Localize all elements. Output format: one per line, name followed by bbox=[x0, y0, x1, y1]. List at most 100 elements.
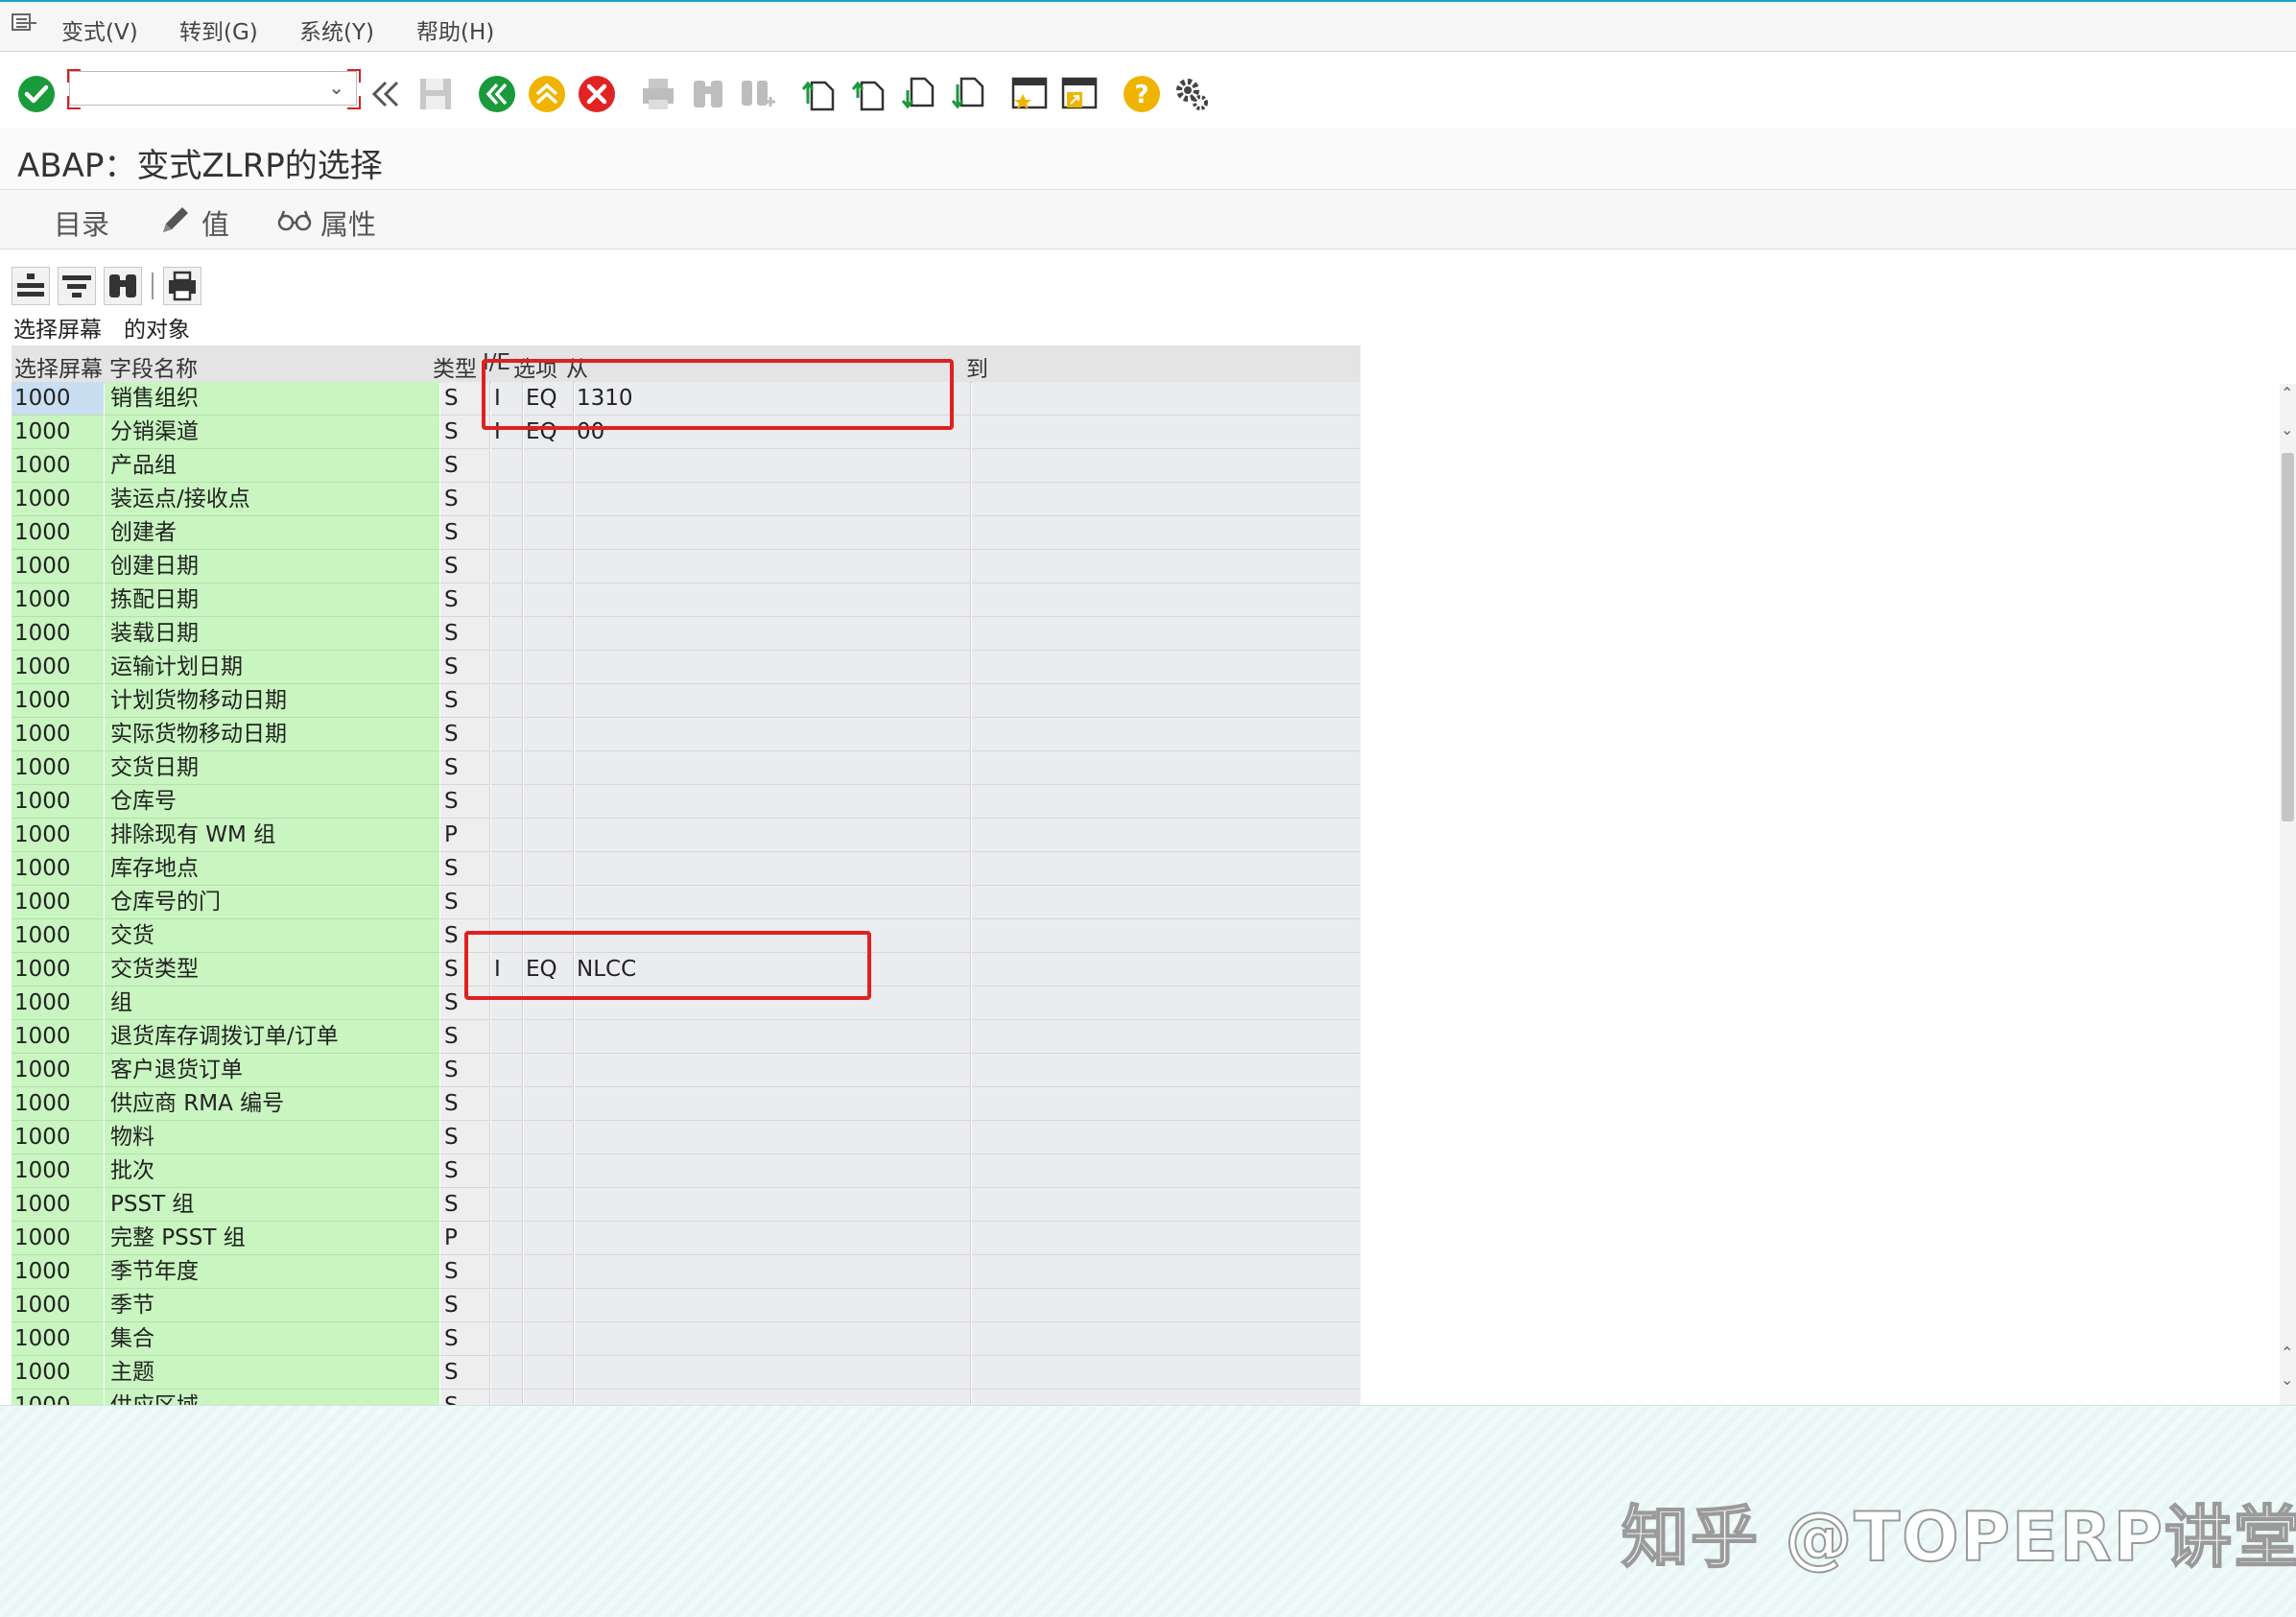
cell-screen[interactable]: 1000 bbox=[12, 1289, 104, 1322]
cell-screen[interactable]: 1000 bbox=[12, 987, 104, 1020]
cell-from[interactable] bbox=[575, 886, 971, 919]
cell-ie[interactable] bbox=[491, 1188, 523, 1222]
table-row[interactable]: 1000供应区域S bbox=[12, 1390, 1361, 1405]
cell-type[interactable]: S bbox=[440, 718, 490, 751]
cell-screen[interactable]: 1000 bbox=[12, 1390, 104, 1405]
print-icon[interactable] bbox=[637, 73, 679, 115]
cell-from[interactable] bbox=[575, 852, 971, 886]
cell-screen[interactable]: 1000 bbox=[12, 684, 104, 718]
table-row[interactable]: 1000 仓库号 S bbox=[12, 785, 1361, 819]
cell-screen[interactable]: 1000 bbox=[12, 449, 104, 483]
cell-ie[interactable] bbox=[491, 617, 523, 651]
cell-option[interactable] bbox=[524, 1188, 574, 1222]
scrollbar-thumb[interactable] bbox=[2282, 453, 2294, 821]
cell-option[interactable] bbox=[524, 1121, 574, 1154]
table-row[interactable]: 1000 退货库存调拨订单/订单 S bbox=[12, 1020, 1361, 1054]
cell-type[interactable]: S bbox=[440, 751, 490, 785]
table-row[interactable]: 1000 季节年度 S bbox=[12, 1255, 1361, 1289]
glasses-icon[interactable] bbox=[276, 202, 313, 238]
cell-type[interactable]: S bbox=[440, 651, 490, 684]
menu-variant[interactable]: 变式(V) bbox=[61, 13, 138, 46]
cell-screen[interactable]: 1000 bbox=[12, 583, 104, 617]
cell-option[interactable] bbox=[524, 1255, 574, 1289]
cell-field[interactable]: 装运点/接收点 bbox=[105, 483, 439, 516]
cell-ie[interactable] bbox=[491, 1087, 523, 1121]
cell-to[interactable] bbox=[972, 1322, 1361, 1356]
cell-screen[interactable]: 1000 bbox=[12, 919, 104, 953]
cell-to[interactable] bbox=[972, 382, 1361, 416]
cell-field[interactable]: 仓库号的门 bbox=[105, 886, 439, 919]
cell-ie[interactable] bbox=[491, 785, 523, 819]
cell-to[interactable] bbox=[972, 550, 1361, 583]
cell-type[interactable]: S bbox=[440, 1087, 490, 1121]
cell-to[interactable] bbox=[972, 1289, 1361, 1322]
cell-option[interactable] bbox=[524, 819, 574, 852]
cell-type[interactable]: S bbox=[440, 1054, 490, 1087]
cell-ie[interactable] bbox=[491, 1289, 523, 1322]
cell-ie[interactable] bbox=[491, 852, 523, 886]
find-icon[interactable] bbox=[687, 73, 729, 115]
cell-to[interactable] bbox=[972, 1188, 1361, 1222]
cell-option[interactable] bbox=[524, 718, 574, 751]
cell-type[interactable]: S bbox=[440, 1289, 490, 1322]
cell-from[interactable] bbox=[575, 483, 971, 516]
cell-from[interactable] bbox=[575, 684, 971, 718]
cell-type[interactable]: S bbox=[440, 1188, 490, 1222]
cell-field[interactable]: 仓库号 bbox=[105, 785, 439, 819]
settings-icon[interactable] bbox=[1171, 73, 1213, 115]
help-icon[interactable]: ? bbox=[1121, 73, 1163, 115]
cell-type[interactable]: S bbox=[440, 583, 490, 617]
column-header-screen[interactable]: 选择屏幕 bbox=[14, 350, 106, 383]
cell-field[interactable]: 运输计划日期 bbox=[105, 651, 439, 684]
cell-to[interactable] bbox=[972, 449, 1361, 483]
cell-field[interactable]: 装载日期 bbox=[105, 617, 439, 651]
cell-field[interactable]: 计划货物移动日期 bbox=[105, 684, 439, 718]
cell-from[interactable] bbox=[575, 785, 971, 819]
cell-to[interactable] bbox=[972, 1054, 1361, 1087]
cell-screen[interactable]: 1000 bbox=[12, 651, 104, 684]
scroll-down-icon[interactable]: ⌄ bbox=[2281, 1372, 2293, 1388]
table-row[interactable]: 1000 物料 S bbox=[12, 1121, 1361, 1154]
cell-screen[interactable]: 1000 bbox=[12, 886, 104, 919]
column-header-field[interactable]: 字段名称 bbox=[109, 350, 436, 383]
cell-ie[interactable] bbox=[491, 751, 523, 785]
cell-screen[interactable]: 1000 bbox=[12, 852, 104, 886]
cell-from[interactable] bbox=[575, 583, 971, 617]
cell-field[interactable]: 创建日期 bbox=[105, 550, 439, 583]
cell-option[interactable] bbox=[524, 785, 574, 819]
cell-option[interactable] bbox=[524, 852, 574, 886]
cell-type[interactable]: S bbox=[440, 1356, 490, 1390]
cell-option[interactable] bbox=[524, 1222, 574, 1255]
table-row[interactable]: 1000 客户退货订单 S bbox=[12, 1054, 1361, 1087]
cell-ie[interactable] bbox=[491, 1390, 523, 1405]
cell-ie[interactable] bbox=[491, 651, 523, 684]
cell-from[interactable] bbox=[575, 1255, 971, 1289]
cell-ie[interactable] bbox=[491, 483, 523, 516]
cell-to[interactable] bbox=[972, 852, 1361, 886]
cell-from[interactable] bbox=[575, 751, 971, 785]
cell-ie[interactable] bbox=[491, 1154, 523, 1188]
table-row[interactable]: 1000 PSST 组S bbox=[12, 1188, 1361, 1222]
table-row[interactable]: 1000 装载日期 S bbox=[12, 617, 1361, 651]
cell-from[interactable] bbox=[575, 449, 971, 483]
cell-field[interactable]: 交货 bbox=[105, 919, 439, 953]
table-row[interactable]: 1000 产品组 S bbox=[12, 449, 1361, 483]
cell-type[interactable]: S bbox=[440, 1255, 490, 1289]
menu-system[interactable]: 系统(Y) bbox=[299, 13, 374, 46]
cell-field[interactable]: 客户退货订单 bbox=[105, 1054, 439, 1087]
cell-type[interactable]: S bbox=[440, 1154, 490, 1188]
cell-option[interactable] bbox=[524, 651, 574, 684]
cell-option[interactable] bbox=[524, 1322, 574, 1356]
table-row[interactable]: 1000 集合 S bbox=[12, 1322, 1361, 1356]
cell-ie[interactable] bbox=[491, 1020, 523, 1054]
menu-icon[interactable] bbox=[12, 13, 38, 35]
cell-option[interactable] bbox=[524, 886, 574, 919]
next-page-icon[interactable] bbox=[898, 73, 940, 115]
cell-field[interactable]: 创建者 bbox=[105, 516, 439, 550]
cell-field[interactable]: 完整 PSST 组 bbox=[105, 1222, 439, 1255]
table-row[interactable]: 1000 实际货物移动日期 S bbox=[12, 718, 1361, 751]
cell-ie[interactable] bbox=[491, 1255, 523, 1289]
cell-to[interactable] bbox=[972, 1222, 1361, 1255]
cell-screen[interactable]: 1000 bbox=[12, 953, 104, 987]
cell-option[interactable] bbox=[524, 1087, 574, 1121]
